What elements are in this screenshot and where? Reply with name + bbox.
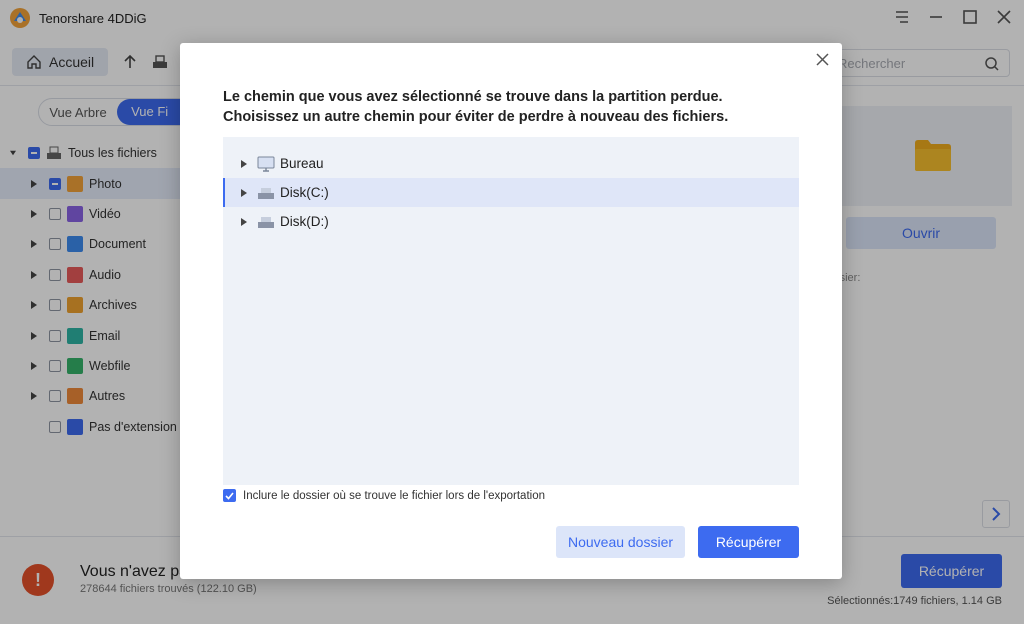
recover-button[interactable]: Récupérer — [698, 526, 799, 558]
desktop-icon — [257, 156, 275, 172]
save-location-dialog: Le chemin que vous avez sélectionné se t… — [180, 43, 842, 579]
dialog-message: Le chemin que vous avez sélectionné se t… — [223, 87, 728, 127]
disk-icon — [258, 216, 274, 228]
close-icon — [815, 52, 829, 66]
folder-item-label: Disk(D:) — [280, 214, 329, 229]
folder-tree: Bureau Disk(C:) Disk(D:) — [223, 137, 799, 485]
include-folder-option[interactable]: Inclure le dossier où se trouve le fichi… — [223, 489, 545, 502]
folder-item-label: Bureau — [280, 156, 324, 171]
folder-item-desktop[interactable]: Bureau — [223, 149, 799, 178]
caret-right-icon[interactable] — [241, 217, 247, 226]
caret-right-icon[interactable] — [241, 159, 247, 168]
dialog-close-button[interactable] — [812, 49, 832, 69]
dialog-message-line-2: Choisissez un autre chemin pour éviter d… — [223, 109, 729, 125]
include-folder-checkbox[interactable] — [223, 489, 236, 502]
folder-item-disk-d[interactable]: Disk(D:) — [223, 207, 799, 236]
folder-item-label: Disk(C:) — [280, 185, 329, 200]
caret-right-icon[interactable] — [241, 188, 247, 197]
include-folder-label: Inclure le dossier où se trouve le fichi… — [243, 489, 545, 502]
dialog-message-line-1: Le chemin que vous avez sélectionné se t… — [223, 89, 723, 105]
folder-item-disk-c[interactable]: Disk(C:) — [223, 178, 799, 207]
disk-icon — [258, 187, 274, 199]
check-icon — [225, 491, 234, 500]
new-folder-button[interactable]: Nouveau dossier — [556, 526, 685, 558]
